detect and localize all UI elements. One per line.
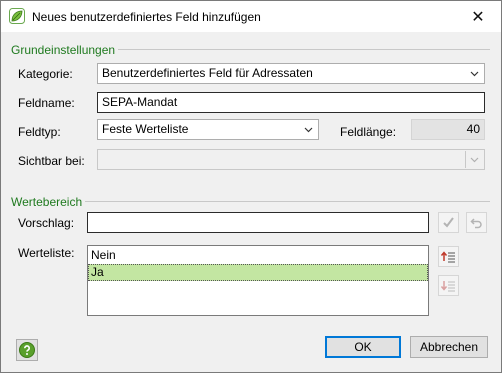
ok-button-label: OK	[354, 340, 372, 354]
help-icon	[19, 342, 35, 358]
chevron-down-icon	[470, 71, 479, 77]
list-item-selected[interactable]: Ja	[88, 264, 428, 281]
vorschlag-label: Vorschlag:	[18, 216, 75, 230]
move-down-button[interactable]	[438, 275, 459, 296]
feldname-label: Feldname:	[18, 96, 75, 110]
help-button[interactable]	[16, 339, 38, 361]
list-item[interactable]: Nein	[88, 247, 428, 264]
ok-button[interactable]: OK	[325, 336, 401, 358]
vorschlag-input[interactable]	[87, 212, 429, 233]
close-button[interactable]: ✕	[455, 1, 501, 32]
close-icon: ✕	[471, 8, 485, 26]
feldtyp-label: Feldtyp:	[18, 125, 61, 139]
window-title: Neues benutzerdefiniertes Feld hinzufüge…	[32, 10, 261, 24]
leaf-app-icon	[9, 8, 25, 24]
undo-icon	[470, 218, 482, 229]
feldlaenge-label: Feldlänge:	[340, 125, 397, 139]
combo-divider	[465, 151, 466, 168]
chevron-down-icon	[470, 157, 479, 163]
feldtyp-value: Feste Werteliste	[102, 122, 189, 136]
group-heading-wertebereich: Wertebereich	[11, 195, 86, 209]
confirm-value-button[interactable]	[438, 212, 459, 233]
cancel-button-label: Abbrechen	[419, 340, 479, 354]
move-down-icon	[441, 281, 455, 292]
kategorie-select[interactable]: Benutzerdefiniertes Feld für Adressaten	[97, 63, 485, 84]
move-up-icon	[441, 251, 455, 263]
werteliste-label: Werteliste:	[18, 246, 75, 260]
sichtbar-select[interactable]	[97, 149, 485, 170]
checkmark-icon	[443, 217, 454, 228]
feldlaenge-field: 40	[411, 119, 485, 140]
move-up-button[interactable]	[438, 246, 459, 267]
group-heading-grundeinstellungen: Grundeinstellungen	[11, 43, 119, 57]
feldname-input[interactable]: SEPA-Mandat	[97, 92, 485, 113]
kategorie-value: Benutzerdefiniertes Feld für Adressaten	[102, 66, 313, 80]
sichtbar-label: Sichtbar bei:	[18, 154, 85, 168]
chevron-down-icon	[304, 127, 313, 133]
feldtyp-select[interactable]: Feste Werteliste	[97, 119, 319, 140]
title-bar: Neues benutzerdefiniertes Feld hinzufüge…	[1, 1, 501, 32]
dialog-window: Neues benutzerdefiniertes Feld hinzufüge…	[0, 0, 502, 373]
undo-button[interactable]	[466, 212, 487, 233]
werteliste-list[interactable]: Nein Ja	[87, 245, 429, 316]
cancel-button[interactable]: Abbrechen	[410, 336, 488, 358]
feldname-value: SEPA-Mandat	[102, 95, 178, 109]
kategorie-label: Kategorie:	[18, 67, 73, 81]
